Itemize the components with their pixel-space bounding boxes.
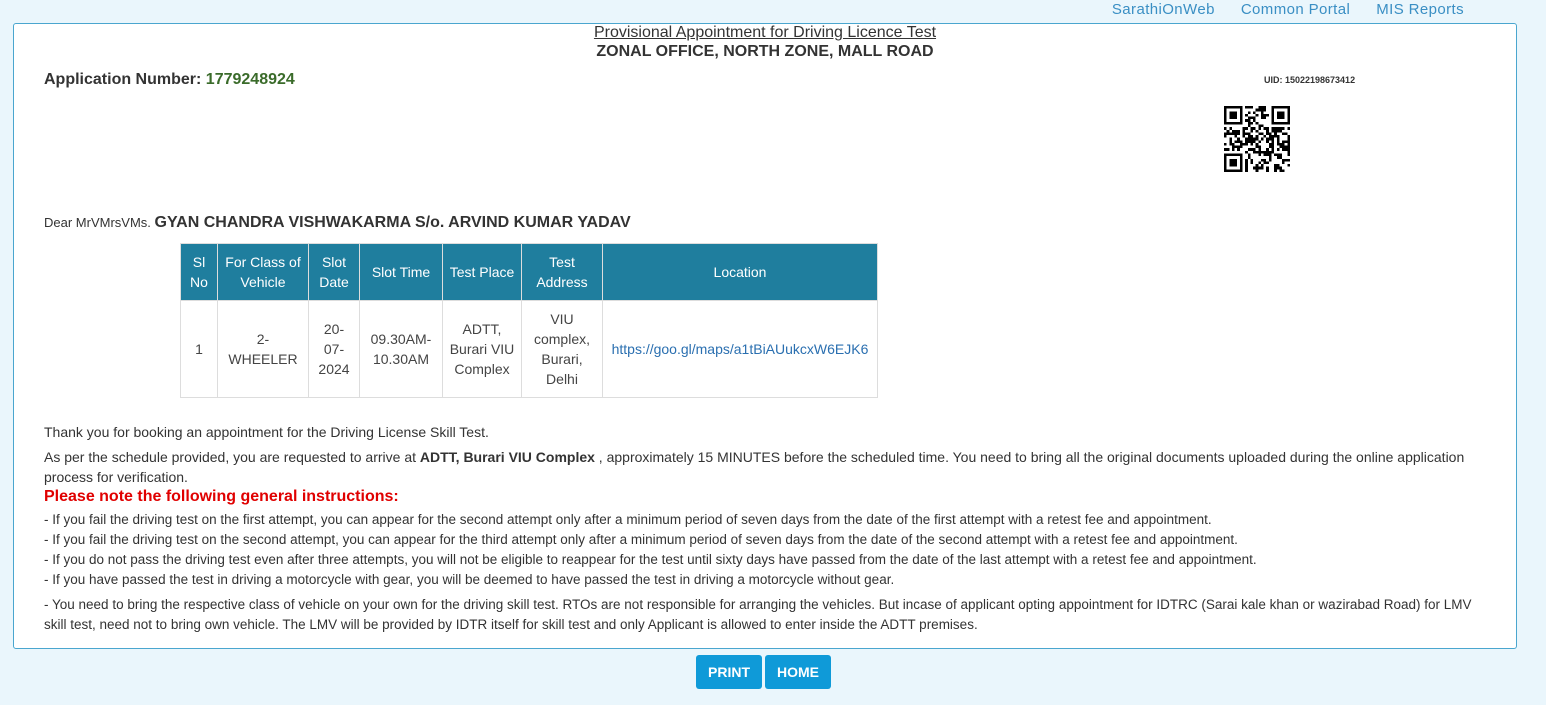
col-header-test-place: Test Place <box>442 243 522 301</box>
cell-sl-no: 1 <box>180 300 218 398</box>
col-header-sl-no: Sl No <box>180 243 218 301</box>
application-number-value: 1779248924 <box>205 71 295 88</box>
location-link[interactable]: https://goo.gl/maps/a1tBiAUukcxW6EJK6 <box>612 341 869 357</box>
cell-test-address: VIU complex, Burari, Delhi <box>521 300 603 398</box>
cell-class: 2-WHEELER <box>217 300 309 398</box>
instruction-item: - If you do not pass the driving test ev… <box>44 552 1257 567</box>
cell-location: https://goo.gl/maps/a1tBiAUukcxW6EJK6 <box>602 300 878 398</box>
greeting: Dear MrVMrsVMs. GYAN CHANDRA VISHWAKARMA… <box>44 214 631 232</box>
appointment-panel: Provisional Appointment for Driving Lice… <box>13 23 1517 649</box>
cell-test-place: ADTT, Burari VIU Complex <box>442 300 522 398</box>
application-number-label: Application Number: <box>44 71 202 88</box>
col-header-slot-date: Slot Date <box>308 243 360 301</box>
nav-link-common-portal[interactable]: Common Portal <box>1241 0 1350 22</box>
col-header-location: Location <box>602 243 878 301</box>
greeting-prefix: Dear MrVMrsVMs. <box>44 215 151 230</box>
cell-slot-date: 20-07-2024 <box>308 300 360 398</box>
page-title: Provisional Appointment for Driving Lice… <box>593 24 937 41</box>
instruction-item: - If you fail the driving test on the fi… <box>44 512 1212 527</box>
instructions-heading: Please note the following general instru… <box>44 488 399 505</box>
instruction-item: - If you fail the driving test on the se… <box>44 532 1238 547</box>
appointment-table: Sl No For Class of Vehicle Slot Date Slo… <box>180 243 878 398</box>
schedule-text-pre: As per the schedule provided, you are re… <box>44 449 420 465</box>
col-header-slot-time: Slot Time <box>359 243 443 301</box>
vehicle-note: - You need to bring the respective class… <box>44 597 1472 632</box>
qr-code-icon <box>1224 106 1290 172</box>
schedule-place: ADTT, Burari VIU Complex <box>419 449 595 465</box>
instruction-item: - If you have passed the test in driving… <box>44 572 895 587</box>
nav-link-sarathionweb[interactable]: SarathiOnWeb <box>1112 0 1215 22</box>
thanks-text: Thank you for booking an appointment for… <box>44 424 489 440</box>
applicant-name: GYAN CHANDRA VISHWAKARMA S/o. ARVIND KUM… <box>154 214 631 231</box>
col-header-test-address: Test Address <box>521 243 603 301</box>
nav-link-mis-reports[interactable]: MIS Reports <box>1376 0 1464 22</box>
instructions-list: - If you fail the driving test on the fi… <box>44 510 1486 590</box>
table-row: 1 2-WHEELER 20-07-2024 09.30AM-10.30AM A… <box>180 300 878 398</box>
application-number-row: Application Number: 1779248924 <box>44 71 295 89</box>
col-header-class: For Class of Vehicle <box>217 243 309 301</box>
action-buttons: PRINT HOME <box>696 655 831 689</box>
schedule-text: As per the schedule provided, you are re… <box>44 447 1486 487</box>
print-button[interactable]: PRINT <box>696 655 762 689</box>
home-button[interactable]: HOME <box>765 655 831 689</box>
office-name: ZONAL OFFICE, NORTH ZONE, MALL ROAD <box>596 43 934 60</box>
cell-slot-time: 09.30AM-10.30AM <box>359 300 443 398</box>
uid-label: UID: 15022198673412 <box>1264 75 1356 85</box>
top-nav: SarathiOnWeb Common Portal MIS Reports <box>1112 0 1464 22</box>
table-header-row: Sl No For Class of Vehicle Slot Date Slo… <box>180 243 878 301</box>
